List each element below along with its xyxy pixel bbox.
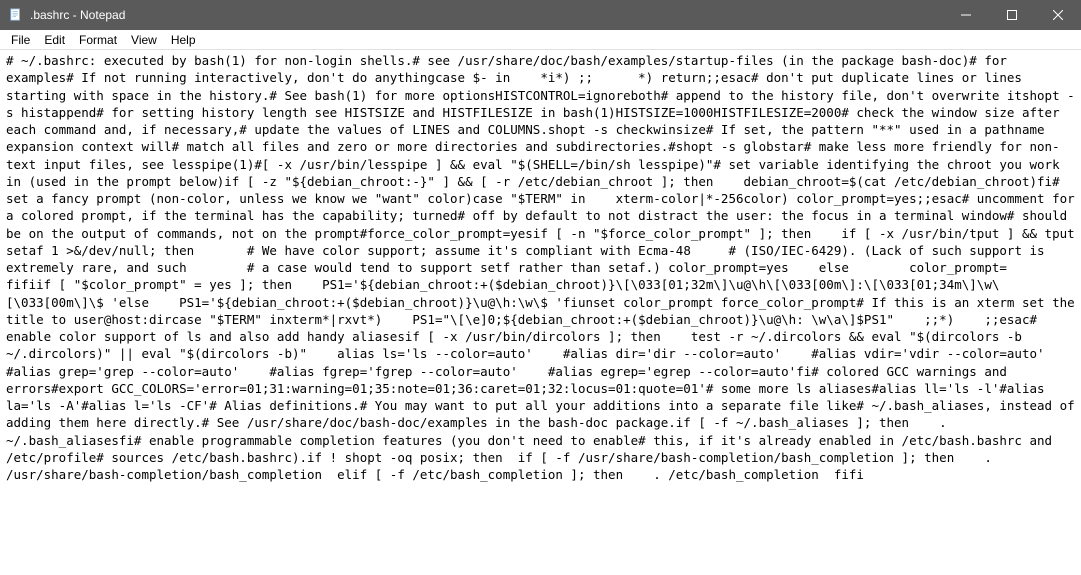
menu-format[interactable]: Format <box>72 31 124 49</box>
menu-edit[interactable]: Edit <box>37 31 72 49</box>
text-editor-content[interactable]: # ~/.bashrc: executed by bash(1) for non… <box>0 50 1081 575</box>
notepad-icon <box>8 7 24 23</box>
window-controls <box>943 0 1081 30</box>
menu-bar: File Edit Format View Help <box>0 30 1081 50</box>
window-title: .bashrc - Notepad <box>30 8 943 22</box>
menu-view[interactable]: View <box>124 31 164 49</box>
window-titlebar: .bashrc - Notepad <box>0 0 1081 30</box>
close-button[interactable] <box>1035 0 1081 30</box>
menu-file[interactable]: File <box>4 31 37 49</box>
minimize-button[interactable] <box>943 0 989 30</box>
menu-help[interactable]: Help <box>164 31 203 49</box>
maximize-button[interactable] <box>989 0 1035 30</box>
